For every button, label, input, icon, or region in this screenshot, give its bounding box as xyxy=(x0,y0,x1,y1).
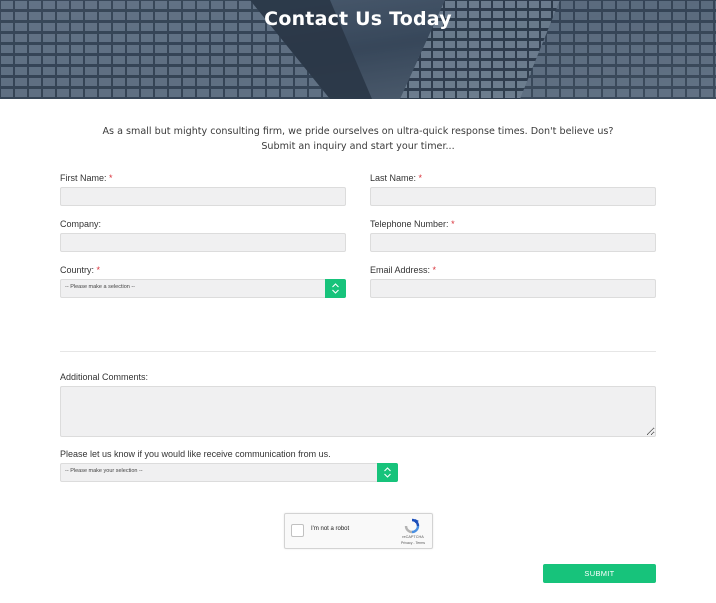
communication-select-value: -- Please make your selection -- xyxy=(65,468,143,474)
first-name-label: First Name: * xyxy=(60,173,113,183)
recaptcha-terms-link[interactable]: Privacy - Terms xyxy=(395,541,431,545)
telephone-field[interactable] xyxy=(370,233,656,252)
first-name-label-text: First Name: xyxy=(60,173,107,183)
recaptcha-label: I'm not a robot xyxy=(311,526,350,532)
comments-label-text: Additional Comments: xyxy=(60,372,149,382)
last-name-label: Last Name: * xyxy=(370,173,422,183)
required-marker: * xyxy=(109,173,113,183)
email-label-text: Email Address: xyxy=(370,265,431,275)
email-label: Email Address: * xyxy=(370,265,436,275)
email-field[interactable] xyxy=(370,279,656,298)
hero-banner: Contact Us Today xyxy=(0,0,716,99)
required-marker: * xyxy=(96,265,101,275)
communication-select-arrow[interactable] xyxy=(377,463,398,482)
form-divider xyxy=(60,351,656,352)
country-label: Country: * xyxy=(60,265,100,275)
comments-textarea[interactable] xyxy=(60,386,656,437)
communication-label: Please let us know if you would like rec… xyxy=(60,449,331,459)
telephone-label: Telephone Number: * xyxy=(370,219,455,229)
page-title: Contact Us Today xyxy=(264,8,452,30)
country-select[interactable]: -- Please make a selection -- xyxy=(60,279,346,298)
required-marker: * xyxy=(451,219,455,229)
submit-button[interactable]: SUBMIT xyxy=(543,564,656,583)
recaptcha-checkbox[interactable] xyxy=(291,524,304,537)
recaptcha-widget: I'm not a robot reCAPTCHA Privacy - Term… xyxy=(284,513,433,549)
comments-label: Additional Comments: xyxy=(60,372,148,382)
intro-text: As a small but mighty consulting firm, w… xyxy=(60,124,656,154)
country-select-arrow[interactable] xyxy=(325,279,346,298)
intro-line-1: As a small but mighty consulting firm, w… xyxy=(102,126,614,137)
intro-line-2: Submit an inquiry and start your timer..… xyxy=(261,141,455,152)
chevron-up-down-icon xyxy=(384,467,391,478)
last-name-label-text: Last Name: xyxy=(370,173,417,183)
last-name-field[interactable] xyxy=(370,187,656,206)
communication-label-text: Please let us know if you would like rec… xyxy=(60,449,331,459)
first-name-field[interactable] xyxy=(60,187,346,206)
communication-select[interactable]: -- Please make your selection -- xyxy=(60,463,398,482)
company-label: Company: xyxy=(60,219,101,229)
required-marker: * xyxy=(418,173,423,183)
recaptcha-brand: reCAPTCHA xyxy=(402,535,424,539)
required-marker: * xyxy=(432,265,437,275)
company-label-text: Company: xyxy=(60,219,102,229)
chevron-up-down-icon xyxy=(332,283,339,294)
telephone-label-text: Telephone Number: xyxy=(370,219,449,229)
recaptcha-logo-icon xyxy=(404,518,420,534)
country-select-value: -- Please make a selection -- xyxy=(65,284,135,290)
company-field[interactable] xyxy=(60,233,346,252)
country-label-text: Country: xyxy=(60,265,95,275)
